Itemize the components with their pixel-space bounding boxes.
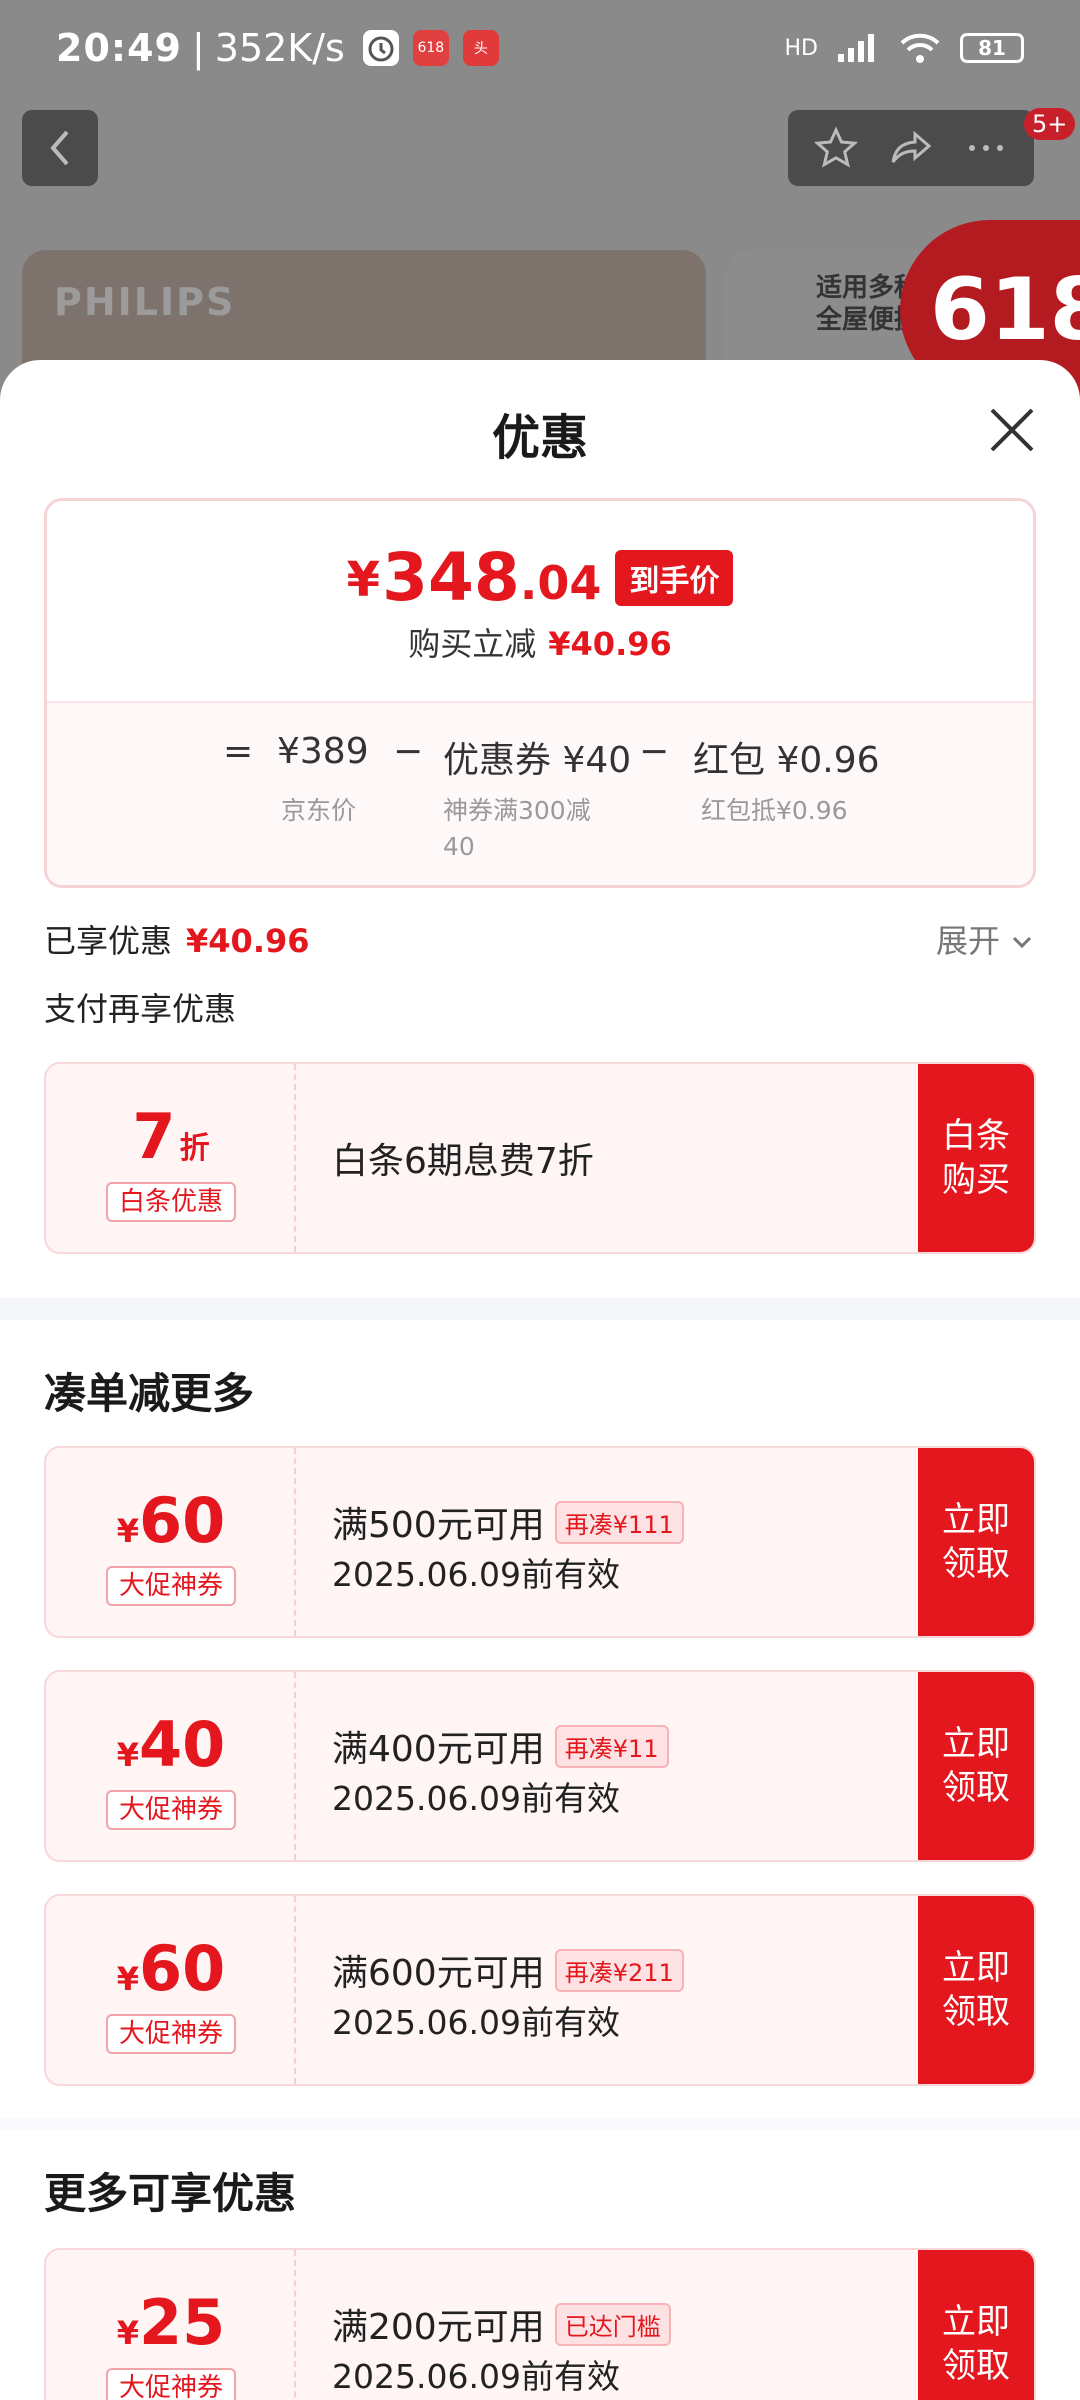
price-formula: = ¥389 − 优惠券 ¥40 − 红包 ¥0.96 京东价 神券满300减 … (47, 701, 1033, 885)
coupon-card: ¥60 大促神券 满500元可用 再凑¥111 2025.06.09前有效 立即领… (44, 1446, 1036, 1638)
enjoyed-discount: 已享优惠 ¥40.96 (44, 922, 310, 960)
coupon-type-tag: 大促神券 (106, 2368, 236, 2400)
chevron-left-icon (50, 130, 69, 166)
claim-coupon-button[interactable]: 立即 领取 (918, 1672, 1034, 1860)
final-price-tag: 到手价 (615, 549, 734, 606)
offer-description: 白条6期息费7折 (332, 1141, 594, 1182)
star-icon[interactable] (813, 126, 858, 170)
section-divider (0, 2118, 1080, 2130)
coupon-condition: 满600元可用 再凑¥211 (332, 1944, 684, 1996)
net-speed: 352K/s (214, 26, 345, 70)
baitiao-offer: 7折 白条优惠 白条6期息费7折 白条 购买 (44, 1062, 1036, 1254)
coupon-expiry: 2025.06.09前有效 (332, 1779, 620, 1818)
coupon-type-tag: 大促神券 (106, 2014, 236, 2054)
coupon-type-tag: 大促神券 (106, 1566, 236, 1606)
back-button[interactable] (22, 110, 98, 186)
coupon-card: ¥25 大促神券 满200元可用 已达门槛 2025.06.09前有效 立即 领取 (44, 2248, 1036, 2400)
redpack-amount: 红包 ¥0.96 (693, 740, 880, 781)
discount-sheet: 优惠 ¥ 348 .04 到手价 购买立减 ¥40.96 = ¥389 − 优惠券… (0, 360, 1080, 2400)
sheet-title: 优惠 (491, 410, 588, 466)
section-title-more-offers: 更多可享优惠 (44, 2169, 297, 2218)
add-more-pill: 再凑¥211 (554, 1948, 684, 1992)
add-more-pill: 再凑¥111 (554, 1500, 684, 1544)
coupon-condition: 满500元可用 再凑¥111 (332, 1496, 684, 1548)
price-breakdown-card: ¥ 348 .04 到手价 购买立减 ¥40.96 = ¥389 − 优惠券 ¥4… (44, 498, 1036, 888)
brand-logo: PHILIPS (54, 280, 236, 324)
expand-button[interactable]: 展开 (936, 916, 1034, 962)
status-time: 20:49 (56, 26, 182, 70)
hd-icon: HD (784, 35, 818, 61)
instant-discount: 购买立减 ¥40.96 (408, 625, 672, 663)
add-more-pill: 再凑¥11 (554, 1724, 669, 1768)
coupon-expiry: 2025.06.09前有效 (332, 2003, 620, 2042)
background-page: 20:49 | 352K/s 618 头 HD 81 5+ PHILIPS 适用… (0, 0, 1080, 400)
claim-coupon-button[interactable]: 立即 领取 (918, 2250, 1034, 2400)
jd-price: ¥389 (277, 731, 369, 772)
jd-price-label: 京东价 (281, 796, 357, 825)
baitiao-buy-button[interactable]: 白条 购买 (918, 1064, 1034, 1252)
claim-coupon-button[interactable]: 立即 领取 (918, 1448, 1034, 1636)
coupon-card: ¥60 大促神券 满600元可用 再凑¥211 2025.06.09前有效 立即领… (44, 1894, 1036, 2086)
coupon-amount: 优惠券 ¥40 (443, 740, 632, 781)
minus-sign: − (639, 731, 670, 772)
pay-more-label: 支付再享优惠 (44, 990, 237, 1028)
coupon-condition: 满200元可用 已达门槛 (332, 2298, 671, 2350)
coupon-desc: 神券满300减 40 (443, 796, 591, 861)
alarm-icon (362, 30, 399, 66)
coupon-type-tag: 大促神券 (106, 1790, 236, 1830)
share-icon[interactable] (889, 126, 933, 170)
app-toutiao-icon: 头 (462, 30, 499, 66)
more-icon[interactable] (964, 126, 1008, 170)
battery-icon: 81 (960, 33, 1024, 63)
claim-coupon-button[interactable]: 立即 领取 (918, 1896, 1034, 2084)
section-title-add-on: 凑单减更多 (44, 1369, 255, 1418)
nav-actions (788, 110, 1034, 186)
wifi-icon (900, 33, 940, 63)
coupon-condition: 满400元可用 再凑¥11 (332, 1720, 669, 1772)
app-618-icon: 618 (412, 30, 449, 66)
coupon-type-tag: 白条优惠 (106, 1182, 236, 1222)
coupon-card: ¥40 大促神券 满400元可用 再凑¥11 2025.06.09前有效 立即 领取 (44, 1670, 1036, 1862)
section-divider (0, 1298, 1080, 1320)
threshold-met-pill: 已达门槛 (554, 2302, 671, 2346)
coupon-expiry: 2025.06.09前有效 (332, 1555, 620, 1594)
redpack-desc: 红包抵¥0.96 (701, 796, 848, 825)
chevron-down-icon (1013, 936, 1032, 949)
close-icon[interactable] (982, 400, 1042, 460)
coupon-expiry: 2025.06.09前有效 (332, 2357, 620, 2396)
final-price: ¥ 348 .04 到手价 (47, 539, 1033, 616)
notification-badge: 5+ (1024, 108, 1076, 140)
status-bar: 20:49 | 352K/s 618 头 HD 81 (0, 0, 1080, 96)
minus-sign: − (393, 731, 424, 772)
equals-sign: = (223, 731, 254, 772)
signal-icon (838, 34, 874, 62)
